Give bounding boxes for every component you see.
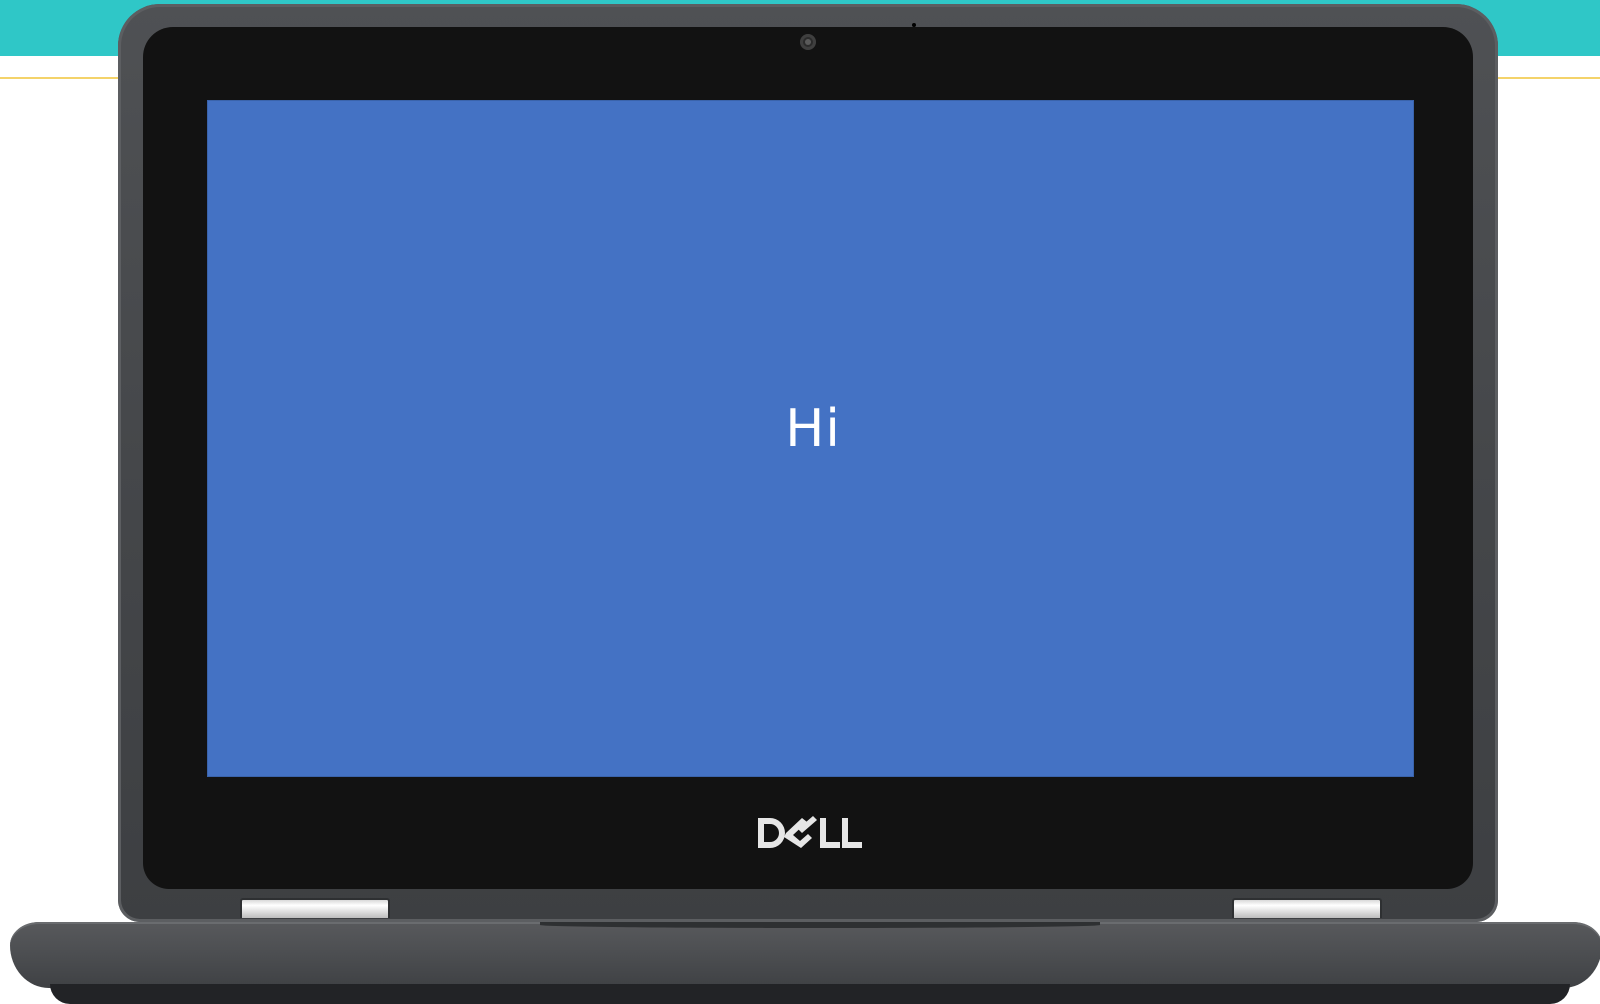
webcam-icon — [800, 34, 816, 50]
screen-greeting: Hi — [785, 398, 841, 459]
page: Hi — [0, 0, 1600, 1004]
base-lip — [540, 922, 1100, 928]
laptop-screen: Hi — [207, 100, 1414, 777]
microphone-dot — [912, 23, 916, 27]
laptop-base — [10, 922, 1600, 988]
dell-logo-icon — [758, 816, 862, 848]
hinge-left — [240, 898, 390, 918]
base-foot — [50, 984, 1570, 1004]
dell-logo — [680, 812, 940, 861]
hinge-right — [1232, 898, 1382, 918]
